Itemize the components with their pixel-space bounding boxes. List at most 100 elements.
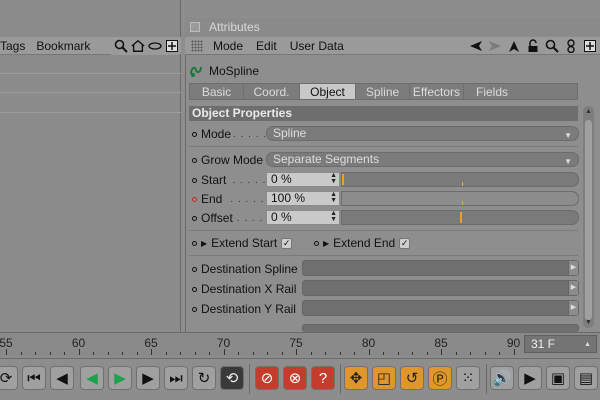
grip-icon[interactable] xyxy=(191,39,203,52)
end-input[interactable]: 100 % ▲ ▼ xyxy=(266,191,340,206)
magnifier-icon[interactable] xyxy=(114,39,128,53)
extend-start-checkbox[interactable]: ✓ xyxy=(281,237,293,249)
menu-mode[interactable]: Mode xyxy=(213,39,243,53)
anim-dot[interactable] xyxy=(192,177,197,183)
timeline-tick xyxy=(310,352,312,355)
tab-coord[interactable]: Coord. xyxy=(244,84,300,99)
timeline-tick xyxy=(64,352,65,355)
tab-spline[interactable]: Spline xyxy=(356,84,410,99)
settings-icon[interactable] xyxy=(564,39,578,53)
destination-spline-field[interactable]: ▶ xyxy=(302,260,579,276)
forward-arrow-icon[interactable] xyxy=(488,39,502,53)
end-slider[interactable] xyxy=(341,191,579,206)
extend-end-checkbox[interactable]: ✓ xyxy=(399,237,411,249)
anim-dot[interactable] xyxy=(192,266,197,272)
timeline-tick xyxy=(35,352,36,355)
menu-user-data[interactable]: User Data xyxy=(290,39,344,53)
timeline-tick xyxy=(499,352,500,355)
slider-marker[interactable] xyxy=(460,212,462,223)
attributes-scrollbar[interactable]: ▲ ▼ xyxy=(583,106,594,328)
start-value: 0 % xyxy=(271,172,292,186)
prev-key-icon[interactable]: ⏮ xyxy=(22,366,46,390)
menu-tags[interactable]: Tags xyxy=(0,39,32,53)
expand-icon[interactable] xyxy=(583,39,597,53)
lock-icon[interactable] xyxy=(526,39,540,53)
tab-object[interactable]: Object xyxy=(300,84,356,99)
search-icon[interactable] xyxy=(545,39,559,53)
prev-frame-icon[interactable]: ◀ xyxy=(50,366,74,390)
menu-bookmarks[interactable]: Bookmark xyxy=(32,39,97,53)
autokey-icon[interactable]: ⊗ xyxy=(283,366,307,390)
start-input[interactable]: 0 % ▲ ▼ xyxy=(266,172,340,187)
slider-marker[interactable] xyxy=(342,174,344,185)
loop-mode-icon[interactable]: ⟲ xyxy=(220,366,244,390)
eye-icon[interactable] xyxy=(148,39,162,53)
render-icon[interactable]: ▣ xyxy=(546,366,570,390)
current-frame-field[interactable]: 31 F ▲▼ xyxy=(524,335,597,364)
spinner-icon[interactable]: ▲▼ xyxy=(330,210,337,223)
expand-icon[interactable] xyxy=(165,39,179,53)
destination-x-rail-field[interactable]: ▶ xyxy=(302,280,579,296)
sound-icon[interactable]: 🔊 xyxy=(490,366,514,390)
next-link-field[interactable] xyxy=(302,324,579,332)
mode-dropdown[interactable]: Spline ▼ xyxy=(266,126,579,141)
timeline[interactable]: 55 60 65 70 75 80 85 90 xyxy=(0,332,600,356)
tab-effectors[interactable]: Effectors xyxy=(410,84,464,99)
loop-icon[interactable]: ↻ xyxy=(192,366,216,390)
param-destination-spline-label: Destination Spline xyxy=(201,262,298,276)
scroll-thumb[interactable] xyxy=(585,120,592,320)
grow-mode-dropdown[interactable]: Separate Segments ▼ xyxy=(266,152,579,167)
anim-dot[interactable] xyxy=(192,286,197,292)
anim-dot[interactable] xyxy=(192,240,197,246)
anim-dot[interactable] xyxy=(314,240,319,246)
next-frame-icon[interactable]: ▶ xyxy=(136,366,160,390)
tab-fields[interactable]: Fields xyxy=(464,84,520,99)
keyframe-help-icon[interactable]: ? xyxy=(311,366,335,390)
timeline-tick xyxy=(93,352,94,355)
offset-slider[interactable] xyxy=(341,210,579,225)
start-slider[interactable] xyxy=(341,172,579,187)
mode-dropdown-value: Spline xyxy=(273,126,307,140)
chevron-right-icon[interactable]: ▶ xyxy=(568,301,578,315)
anim-dot[interactable] xyxy=(192,215,197,221)
up-arrow-icon[interactable] xyxy=(507,39,521,53)
anim-dot[interactable] xyxy=(192,157,197,163)
render-settings-icon[interactable]: ▤ xyxy=(574,366,598,390)
rotate-icon[interactable]: ↺ xyxy=(400,366,424,390)
destination-y-rail-field[interactable]: ▶ xyxy=(302,300,579,316)
record-icon[interactable]: ⊘ xyxy=(255,366,279,390)
panel-checkbox[interactable] xyxy=(190,22,200,32)
play-backward-icon[interactable]: ◀ xyxy=(80,366,104,390)
toolbar-separator xyxy=(249,364,250,394)
points-icon[interactable]: ⁙ xyxy=(456,366,480,390)
tab-basic[interactable]: Basic xyxy=(190,84,244,99)
timeline-tick xyxy=(426,352,428,355)
timeline-tick xyxy=(383,352,384,355)
chevron-right-icon[interactable]: ▶ xyxy=(568,281,578,295)
home-icon[interactable] xyxy=(131,39,145,53)
param-icon[interactable]: Ⓟ xyxy=(428,366,452,390)
play-forward-icon[interactable]: ▶ xyxy=(108,366,132,390)
spinner-icon[interactable]: ▲▼ xyxy=(330,172,337,185)
move-icon[interactable]: ✥ xyxy=(344,366,368,390)
timeline-ruler[interactable]: 55 60 65 70 75 80 85 90 xyxy=(0,333,520,355)
render-view-icon[interactable]: ▶ xyxy=(518,366,542,390)
divider xyxy=(189,230,578,231)
scroll-up-icon[interactable]: ▲ xyxy=(585,108,592,115)
chevron-down-icon: ▼ xyxy=(564,157,572,166)
anim-dot-active[interactable] xyxy=(192,196,197,202)
chevron-right-icon[interactable]: ▶ xyxy=(568,261,578,275)
anim-dot[interactable] xyxy=(192,131,197,137)
offset-input[interactable]: 0 % ▲ ▼ xyxy=(266,210,340,225)
timeline-tick xyxy=(6,349,7,355)
spinner-icon[interactable]: ▲▼ xyxy=(330,191,337,204)
go-start-icon[interactable]: ⟳ xyxy=(0,366,18,390)
anim-dot[interactable] xyxy=(192,306,197,312)
next-key-icon[interactable]: ⏭ xyxy=(164,366,188,390)
timeline-tick xyxy=(252,352,254,355)
scale-icon[interactable]: ◰ xyxy=(372,366,396,390)
mospline-icon xyxy=(189,64,203,78)
back-arrow-icon[interactable] xyxy=(469,39,483,53)
menu-edit[interactable]: Edit xyxy=(256,39,277,53)
scroll-down-icon[interactable]: ▼ xyxy=(585,319,592,326)
